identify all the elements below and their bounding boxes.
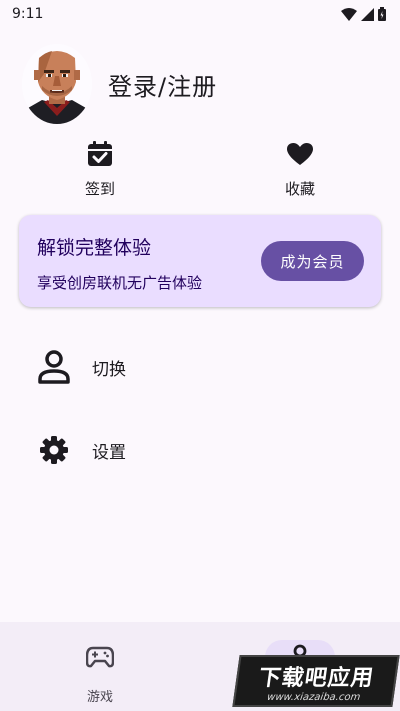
- battery-icon: [378, 7, 386, 21]
- heart-icon: [287, 143, 313, 165]
- vip-promo-card: 解锁完整体验 享受创房联机无广告体验 成为会员: [19, 215, 381, 307]
- menu-item-switch[interactable]: 切换: [0, 339, 400, 395]
- gamepad-icon: [86, 646, 114, 668]
- status-time: 9:11: [12, 6, 44, 22]
- calendar-check-icon: [88, 141, 112, 166]
- wifi-icon: [341, 7, 357, 21]
- quick-actions: 签到 收藏: [0, 140, 400, 202]
- signal-icon: [361, 7, 374, 21]
- login-register-link[interactable]: 登录/注册: [108, 67, 217, 102]
- watermark-url: www.xiazaiba.com: [266, 691, 362, 703]
- checkin-label: 签到: [84, 180, 115, 198]
- gear-icon: [40, 436, 68, 464]
- status-icons: [341, 7, 386, 21]
- menu-item-switch-label: 切换: [92, 359, 126, 380]
- become-member-button[interactable]: 成为会员: [261, 241, 364, 281]
- nav-tab-games[interactable]: 游戏: [0, 622, 200, 711]
- menu-item-settings-label: 设置: [92, 442, 126, 463]
- person-icon: [38, 350, 70, 384]
- menu-item-settings[interactable]: 设置: [0, 422, 400, 478]
- favorites-label: 收藏: [284, 180, 315, 198]
- nav-tab-games-indicator: [65, 640, 135, 674]
- watermark-main-text: 下载吧应用: [257, 665, 376, 691]
- nav-tab-games-label: 游戏: [86, 690, 113, 705]
- checkin-button[interactable]: 签到: [0, 140, 200, 202]
- watermark-logo: 下载吧应用 www.xiazaiba.com: [232, 655, 400, 707]
- profile-header[interactable]: 登录/注册: [22, 44, 217, 124]
- favorites-button[interactable]: 收藏: [200, 140, 400, 202]
- status-bar: 9:11: [0, 0, 400, 28]
- pixel-art-avatar[interactable]: [22, 44, 92, 124]
